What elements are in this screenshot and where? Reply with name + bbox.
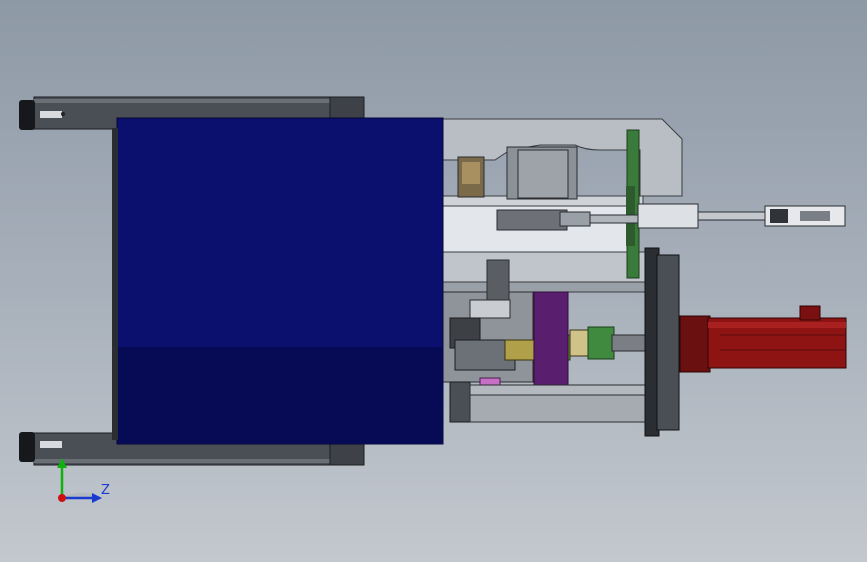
blue-enclosure[interactable] — [112, 117, 444, 445]
cad-viewport[interactable]: Z — [0, 0, 867, 562]
lower-frame[interactable] — [469, 384, 651, 423]
z-axis-label: Z — [101, 483, 110, 498]
shaft-coupling[interactable] — [569, 326, 648, 360]
motor-mount-plate[interactable] — [644, 247, 680, 437]
cad-model-view[interactable] — [0, 0, 867, 562]
servo-motor[interactable] — [679, 305, 847, 373]
